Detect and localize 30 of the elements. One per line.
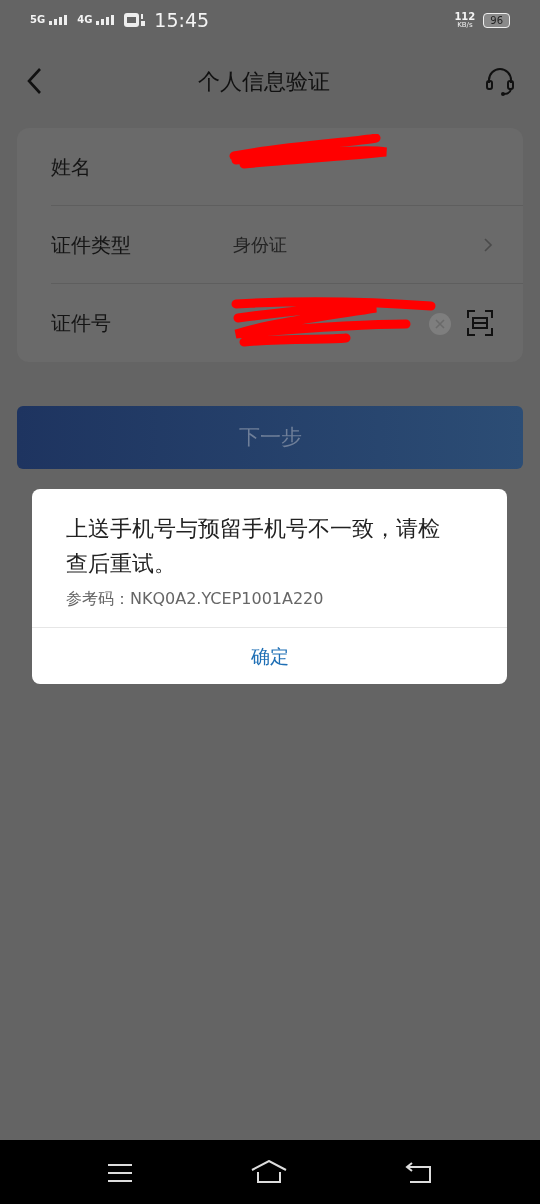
return-icon xyxy=(405,1161,433,1184)
page-title: 个人信息验证 xyxy=(198,67,330,96)
network-speed: 112 xyxy=(454,11,476,22)
hd-icon xyxy=(124,12,147,28)
form-row[interactable]: 证件类型 身份证 xyxy=(51,206,523,284)
signal-icon xyxy=(96,15,117,25)
field-value: 身份证 xyxy=(233,233,288,257)
support-button[interactable] xyxy=(484,66,516,96)
network-label: 4G xyxy=(77,15,93,25)
dialog-message: 上送手机号与预留手机号不一致，请检查后重试。 xyxy=(65,515,441,578)
network-label: 5G xyxy=(30,15,46,25)
field-label: 证件类型 xyxy=(51,231,132,259)
battery-indicator: 96 xyxy=(483,12,510,28)
field-label: 姓名 xyxy=(51,153,92,181)
form-row[interactable]: 证件号 xyxy=(51,284,523,362)
signal-icon xyxy=(49,15,70,25)
home-icon xyxy=(251,1160,287,1185)
menu-icon xyxy=(107,1162,133,1183)
scan-icon xyxy=(467,310,493,336)
form-row[interactable]: 姓名 xyxy=(51,128,523,206)
field-label: 证件号 xyxy=(51,310,112,337)
chevron-icon xyxy=(483,236,493,253)
home-button[interactable] xyxy=(251,1159,287,1185)
confirm-button[interactable]: 确定 xyxy=(32,627,507,684)
status-time: 15:45 xyxy=(154,7,210,33)
scan-button[interactable] xyxy=(467,310,493,336)
reference-code: 参考码：NKQ0A2.YCEP1001A220 xyxy=(65,588,325,610)
back-nav-button[interactable] xyxy=(405,1160,433,1184)
headset-icon xyxy=(484,66,516,96)
clear-icon xyxy=(429,312,451,335)
